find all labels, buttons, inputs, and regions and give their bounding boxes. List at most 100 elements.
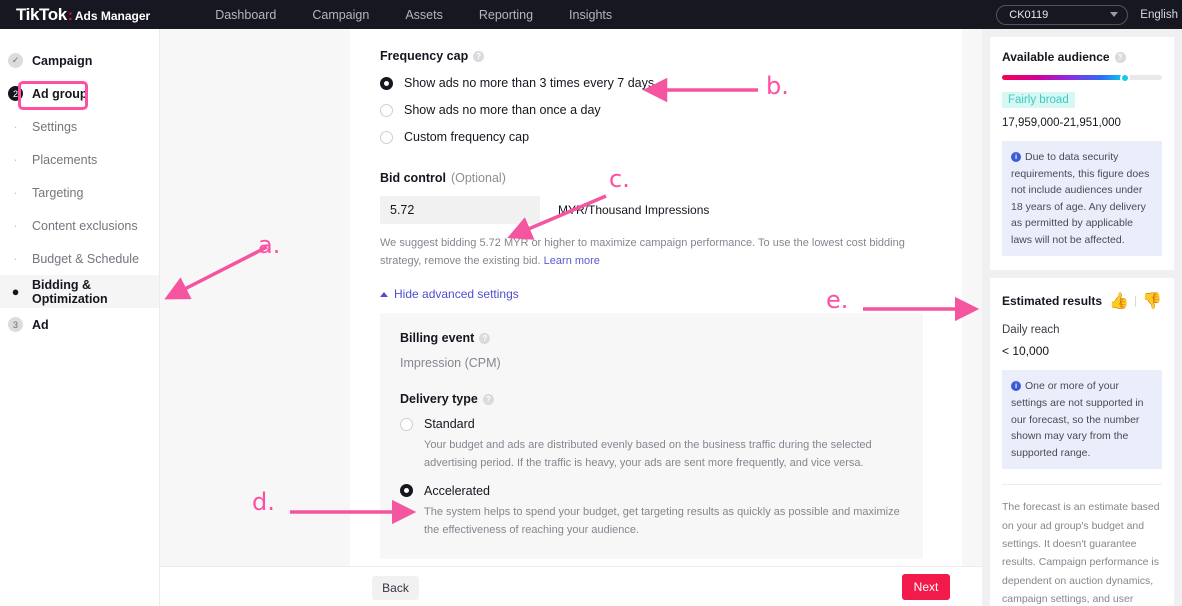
forecast-disclaimer-text: The forecast is an estimate based on you… <box>1002 501 1160 606</box>
audience-info-notice: i Due to data security requirements, this… <box>1002 141 1162 257</box>
hide-advanced-settings-toggle[interactable]: Hide advanced settings <box>380 287 932 301</box>
sidebar-item-label: Budget & Schedule <box>32 251 140 266</box>
help-icon[interactable]: ? <box>482 393 494 405</box>
delivery-standard-header[interactable]: Standard <box>400 417 903 431</box>
billing-event-label-row: Billing event ? <box>400 331 903 345</box>
forecast-disclaimer: The forecast is an estimate based on you… <box>1002 498 1162 606</box>
bid-control-note: We suggest bidding 5.72 MYR or higher to… <box>380 234 926 270</box>
delivery-accelerated-description: The system helps to spend your budget, g… <box>424 505 900 536</box>
step-number-badge: 3 <box>8 317 23 332</box>
divider <box>1135 295 1137 307</box>
sidebar-item-ad-group[interactable]: 2 Ad group <box>0 77 159 110</box>
bullet-icon: · <box>13 251 18 266</box>
sidebar-item-label: Content exclusions <box>32 218 138 233</box>
sidebar-item-ad[interactable]: 3 Ad <box>0 308 159 341</box>
delivery-option-accelerated: Accelerated The system helps to spend yo… <box>400 484 903 539</box>
bullet-icon: · <box>13 185 18 200</box>
wizard-footer: Back Next <box>160 566 982 606</box>
bid-control-row: MYR/Thousand Impressions <box>380 196 932 224</box>
frequency-cap-label: Frequency cap <box>380 49 469 63</box>
sidebar-item-targeting[interactable]: · Targeting <box>0 176 159 209</box>
bid-control-label: Bid control <box>380 171 446 185</box>
main-content-area: Frequency cap ? Show ads no more than 3 … <box>160 29 982 606</box>
step-complete-icon: ✓ <box>8 53 23 68</box>
audience-breadth-handle <box>1120 72 1131 83</box>
delivery-accelerated-header[interactable]: Accelerated <box>400 484 903 498</box>
estimated-results-label: Estimated results <box>1002 294 1103 309</box>
feedback-controls: 👍 👎 <box>1109 291 1162 311</box>
bid-control-optional-tag: (Optional) <box>450 171 506 185</box>
frequency-cap-option-3-label: Custom frequency cap <box>404 130 530 144</box>
sidebar-item-label: Targeting <box>32 185 84 200</box>
forecast-warning-text: One or more of your settings are not sup… <box>1011 380 1144 459</box>
delivery-accelerated-label: Accelerated <box>424 483 491 498</box>
sidebar-item-settings[interactable]: · Settings <box>0 110 159 143</box>
tiktok-ads-manager-page: TikTok : Ads Manager Dashboard Campaign … <box>0 0 1182 606</box>
top-navigation-bar: TikTok : Ads Manager Dashboard Campaign … <box>0 0 1182 29</box>
radio-icon[interactable] <box>380 130 393 144</box>
brand-logo[interactable]: TikTok : Ads Manager <box>16 5 150 25</box>
account-selector-value: CK0119 <box>1009 8 1049 21</box>
chevron-down-icon <box>1110 12 1119 17</box>
audience-info-text: Due to data security requirements, this … <box>1011 151 1150 246</box>
available-audience-card: Available audience ? Fairly broad 17,959… <box>990 37 1174 271</box>
audience-breadth-chip: Fairly broad <box>1002 92 1075 108</box>
thumbs-up-icon[interactable]: 👍 <box>1109 291 1129 311</box>
nav-item-dashboard[interactable]: Dashboard <box>215 8 276 22</box>
nav-item-assets[interactable]: Assets <box>405 8 443 22</box>
bid-control-input[interactable] <box>380 196 540 224</box>
available-audience-label: Available audience <box>1002 50 1110 64</box>
delivery-standard-label: Standard <box>424 417 475 432</box>
bullet-icon: · <box>13 218 18 233</box>
sidebar-navigation: ✓ Campaign 2 Ad group · Settings · Place… <box>0 29 160 606</box>
brand-name: TikTok <box>16 4 67 24</box>
sidebar-item-bidding-optimization[interactable]: ● Bidding & Optimization <box>0 275 159 308</box>
brand-colon: : <box>67 6 73 24</box>
help-icon[interactable]: ? <box>1114 51 1126 63</box>
top-nav-right: CK0119 English <box>996 0 1182 29</box>
hide-advanced-settings-label: Hide advanced settings <box>394 287 519 302</box>
sidebar-item-label: Settings <box>32 119 78 134</box>
next-button[interactable]: Next <box>902 574 950 600</box>
sidebar-item-label: Ad <box>32 317 49 332</box>
frequency-cap-option-2-label: Show ads no more than once a day <box>404 103 601 117</box>
delivery-type-label-row: Delivery type ? <box>400 392 903 406</box>
info-icon: i <box>1011 152 1021 162</box>
forecast-warning-notice: i One or more of your settings are not su… <box>1002 370 1162 470</box>
nav-item-campaign[interactable]: Campaign <box>312 8 369 22</box>
frequency-cap-option-3[interactable]: Custom frequency cap <box>380 130 932 144</box>
nav-item-reporting[interactable]: Reporting <box>479 8 533 22</box>
radio-icon[interactable] <box>380 103 393 117</box>
sidebar-item-placements[interactable]: · Placements <box>0 143 159 176</box>
billing-event-label: Billing event <box>400 331 475 346</box>
account-selector[interactable]: CK0119 <box>996 4 1129 25</box>
sidebar-item-label: Bidding & Optimization <box>32 277 108 306</box>
radio-icon[interactable] <box>380 76 393 90</box>
delivery-option-standard: Standard Your budget and ads are distrib… <box>400 417 903 472</box>
frequency-cap-option-1[interactable]: Show ads no more than 3 times every 7 da… <box>380 76 932 90</box>
thumbs-down-icon[interactable]: 👎 <box>1142 291 1162 311</box>
advanced-settings-panel: Billing event ? Impression (CPM) Deliver… <box>380 313 923 559</box>
help-icon[interactable]: ? <box>473 50 485 62</box>
available-audience-title-row: Available audience ? <box>1002 50 1162 64</box>
language-selector[interactable]: English <box>1140 9 1178 21</box>
bullet-icon: · <box>13 152 18 167</box>
daily-reach-value: < 10,000 <box>1002 344 1050 359</box>
back-button[interactable]: Back <box>372 576 419 600</box>
sidebar-item-campaign[interactable]: ✓ Campaign <box>0 44 159 77</box>
sidebar-item-label: Ad group <box>32 86 88 101</box>
frequency-cap-option-2[interactable]: Show ads no more than once a day <box>380 103 932 117</box>
delivery-standard-radio[interactable] <box>400 417 413 431</box>
bid-control-note-text: We suggest bidding 5.72 MYR or higher to… <box>380 237 905 268</box>
help-icon[interactable]: ? <box>479 332 491 344</box>
bid-control-learn-more-link[interactable]: Learn more <box>544 255 600 267</box>
sidebar-item-budget-schedule[interactable]: · Budget & Schedule <box>0 242 159 275</box>
delivery-accelerated-radio[interactable] <box>400 484 413 498</box>
nav-item-insights[interactable]: Insights <box>569 8 612 22</box>
estimated-results-card: Estimated results 👍 👎 Daily reach < 10,0… <box>990 278 1174 606</box>
sidebar-item-content-exclusions[interactable]: · Content exclusions <box>0 209 159 242</box>
audience-range-value: 17,959,000-21,951,000 <box>1002 117 1121 129</box>
step-number-badge: 2 <box>8 86 23 101</box>
daily-reach-label: Daily reach <box>1002 324 1060 337</box>
main-nav-items: Dashboard Campaign Assets Reporting Insi… <box>215 8 612 22</box>
